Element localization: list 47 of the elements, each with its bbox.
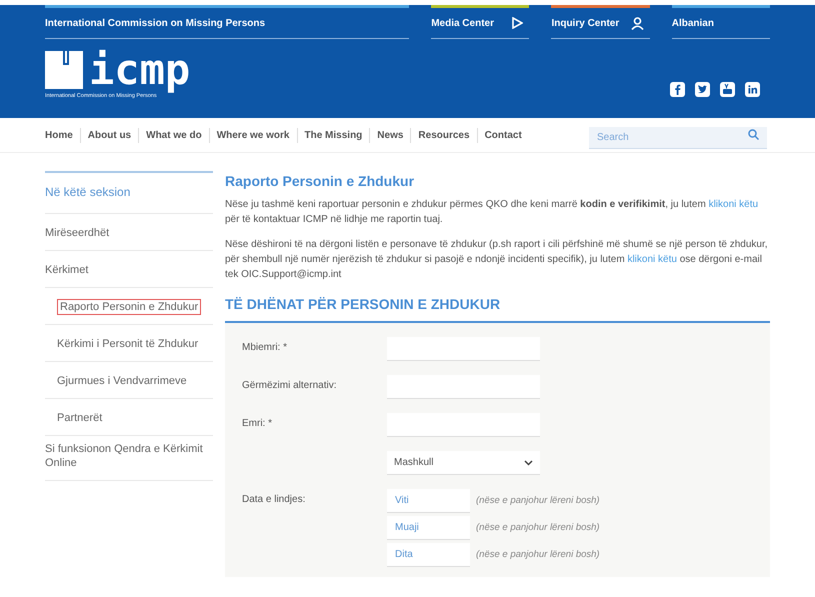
youtube-icon[interactable] xyxy=(720,82,735,98)
linkedin-icon[interactable] xyxy=(745,82,760,98)
sidebar-link[interactable]: Kërkimi i Personit të Zhdukur xyxy=(57,337,198,351)
date-field[interactable]: Viti xyxy=(387,489,470,513)
sidebar-link[interactable]: Kërkimet xyxy=(45,263,88,277)
top-link[interactable]: Inquiry Center xyxy=(551,5,650,39)
sidebar-link[interactable]: Mirëseerdhët xyxy=(45,226,110,240)
sidebar-link[interactable]: Raporto Personin e Zhdukur xyxy=(57,299,202,315)
sidebar-link[interactable]: Partnerët xyxy=(57,411,102,425)
nav-link[interactable]: Resources xyxy=(410,128,477,142)
date-field[interactable]: Dita xyxy=(387,543,470,567)
nav-link[interactable]: What we do xyxy=(138,128,209,142)
chevron-down-icon xyxy=(524,460,533,466)
search-field[interactable]: Search xyxy=(589,127,767,149)
field-label: Emri: * xyxy=(242,418,272,429)
hint-text: (nëse e panjohur lëreni bosh) xyxy=(476,548,600,562)
sidebar-link[interactable]: Gjurmues i Vendvarrimeve xyxy=(57,374,187,388)
top-link[interactable]: Media Center xyxy=(431,5,530,39)
nav-link[interactable]: Contact xyxy=(476,128,529,142)
nav-link[interactable]: Where we work xyxy=(208,128,296,142)
text-field[interactable] xyxy=(387,413,540,437)
nav-link[interactable]: The Missing xyxy=(296,128,370,142)
text-field[interactable] xyxy=(387,337,540,361)
nav-link[interactable]: News xyxy=(369,128,410,142)
hint-text: (nëse e panjohur lëreni bosh) xyxy=(476,494,600,508)
search-icon[interactable] xyxy=(748,129,759,140)
intro-paragraph: Nëse dëshironi të na dërgoni listën e personave të zhdukur (p.sh raport i cili përfshinë më shumë se një person të zhdukur, për shembull një numër njerëzish të zhdukur si pasojë e ndonjë incidenti specifik), ju lutem klikoni këtu ose dërgoni e-mail tek OIC.Support@icmp.int xyxy=(225,238,769,282)
text-field[interactable] xyxy=(387,375,540,399)
user-icon xyxy=(630,16,644,30)
field-label: Mbiemri: * xyxy=(242,342,288,353)
twitter-icon[interactable] xyxy=(695,82,710,98)
sidebar-title: Në këtë seksion xyxy=(45,184,132,201)
organization-name[interactable]: International Commission on Missing Persons xyxy=(45,16,266,30)
nav-link[interactable]: About us xyxy=(80,128,138,142)
play-icon xyxy=(511,17,524,29)
field-label: Gërmëzimi alternativ: xyxy=(242,380,336,391)
hint-text: (nëse e panjohur lëreni bosh) xyxy=(476,520,600,535)
top-link[interactable]: Albanian xyxy=(672,5,770,39)
page-title: Raporto Personin e Zhdukur xyxy=(225,172,416,191)
date-field[interactable]: Muaji xyxy=(387,516,470,540)
sidebar-link[interactable]: Si funksionon Qendra e Kërkimit Online xyxy=(45,442,213,470)
nav-link[interactable]: Home xyxy=(45,128,80,142)
field-label: Data e lindjes: xyxy=(242,494,306,505)
gender-select[interactable]: Mashkull xyxy=(387,451,540,475)
logo-mark-icon xyxy=(45,51,83,89)
facebook-icon[interactable] xyxy=(670,82,685,98)
intro-paragraph: Nëse ju tashmë keni raportuar personin e zhdukur përmes QKO dhe keni marrë kodin e verifikimit, ju lutem klikoni këtu për të kontaktuar ICMP në lidhje me raportin tuaj. xyxy=(225,198,760,227)
